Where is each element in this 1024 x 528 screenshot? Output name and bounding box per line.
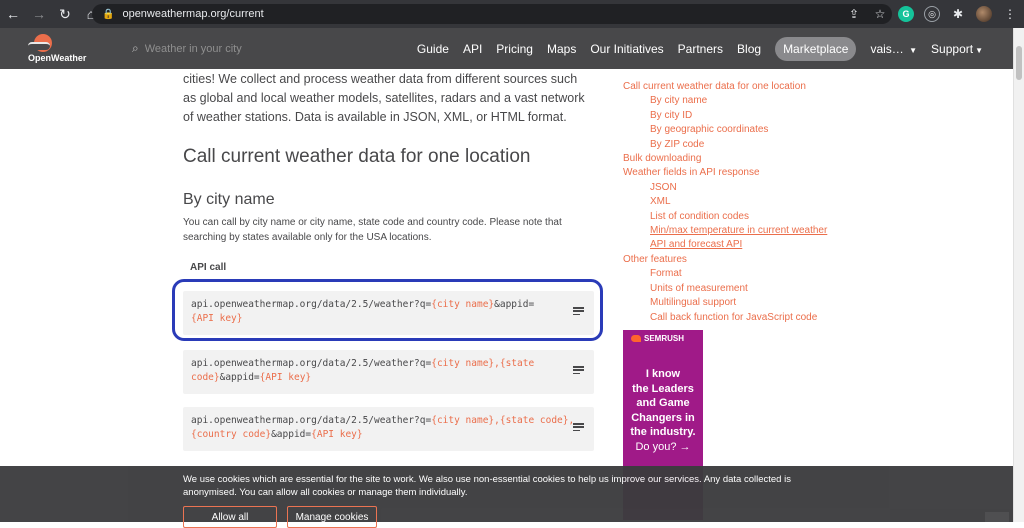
cookie-banner: We use cookies which are essential for t… — [0, 466, 1013, 528]
code-text: api.openweathermap.org/data/2.5/weather?… — [191, 358, 432, 369]
copy-lines-icon[interactable] — [573, 366, 584, 375]
sidebar-link[interactable]: Min/max temperature in current weather — [623, 224, 827, 238]
sidebar-link[interactable]: Multilingual support — [623, 296, 827, 310]
profile-avatar[interactable] — [976, 6, 992, 22]
nav-partners[interactable]: Partners — [678, 42, 723, 56]
user-name: vais… — [870, 41, 904, 56]
code-text: &appid= — [219, 372, 260, 383]
share-icon[interactable]: ⇪ — [846, 6, 862, 22]
back-icon[interactable]: ← — [0, 0, 26, 28]
forward-icon[interactable]: → — [26, 0, 52, 28]
sidebar-link[interactable]: Call back function for JavaScript code — [623, 311, 827, 325]
sidebar-link[interactable]: By city name — [623, 94, 827, 108]
sidebar-link[interactable]: XML — [623, 195, 827, 209]
grammarly-extension-icon[interactable]: G — [898, 6, 914, 22]
ad-brand: SEMRUSH — [631, 334, 684, 343]
code-param: {API key} — [311, 429, 363, 440]
nav-blog[interactable]: Blog — [737, 42, 761, 56]
nav-user-menu[interactable]: vais… ▼ — [870, 42, 917, 56]
section-heading: Call current weather data for one locati… — [183, 146, 531, 167]
code-text: api.openweathermap.org/data/2.5/weather?… — [191, 415, 432, 426]
lock-icon: 🔒 — [102, 8, 115, 20]
nav-support-menu[interactable]: Support ▼ — [931, 42, 983, 56]
code-block: api.openweathermap.org/data/2.5/weather?… — [183, 350, 594, 394]
extension-icon[interactable]: ◎ — [924, 6, 940, 22]
search-box: ⌕ — [132, 41, 295, 56]
logo-text: OpenWeather — [28, 53, 87, 63]
site-navbar: OpenWeather ⌕ Guide API Pricing Maps Our… — [0, 28, 1013, 69]
nav-maps[interactable]: Maps — [547, 42, 576, 56]
sidebar-link[interactable]: List of condition codes — [623, 210, 827, 224]
ad-text: I know the Leaders and Game Changers in … — [630, 368, 696, 453]
sidebar-link[interactable]: Bulk downloading — [623, 152, 827, 166]
nav-our-initiatives[interactable]: Our Initiatives — [590, 42, 663, 56]
sidebar-link[interactable]: API and forecast API — [623, 238, 827, 252]
address-bar[interactable]: 🔒 openweathermap.org/current — [92, 4, 892, 24]
caret-down-icon: ▼ — [909, 45, 918, 55]
highlight-annotation — [172, 279, 603, 341]
scrollbar-thumb[interactable] — [1016, 46, 1022, 80]
nav-api[interactable]: API — [463, 42, 482, 56]
search-input[interactable] — [144, 42, 295, 55]
page-scrollbar[interactable] — [1013, 28, 1024, 522]
subsection-heading: By city name — [183, 191, 275, 208]
sidebar-link[interactable]: By geographic coordinates — [623, 123, 827, 137]
browser-menu-icon[interactable]: ⋮ — [1002, 6, 1018, 22]
nav-marketplace-button[interactable]: Marketplace — [775, 36, 857, 61]
sidebar-link[interactable]: Call current weather data for one locati… — [623, 80, 827, 94]
sidebar-link[interactable]: By ZIP code — [623, 138, 827, 152]
sidebar-link[interactable]: Format — [623, 267, 827, 281]
extensions-puzzle-icon[interactable]: ✱ — [950, 6, 966, 22]
openweather-logo[interactable]: OpenWeather — [28, 33, 92, 65]
cookie-message: We use cookies which are essential for t… — [183, 474, 791, 498]
intro-paragraph: cities! We collect and process weather d… — [183, 72, 585, 124]
caret-down-icon: ▼ — [975, 45, 983, 55]
allow-all-button[interactable]: Allow all — [183, 506, 277, 528]
sidebar-link[interactable]: Units of measurement — [623, 282, 827, 296]
scroll-to-top-button[interactable] — [985, 512, 1009, 522]
code-param: {API key} — [259, 372, 312, 383]
browser-toolbar: ← → ↻ ⌂ 🔒 openweathermap.org/current ⇪ ☆… — [0, 0, 1024, 28]
reload-icon[interactable]: ↻ — [52, 0, 78, 28]
sidebar-link[interactable]: Other features — [623, 253, 827, 267]
sidebar-link[interactable]: JSON — [623, 181, 827, 195]
code-text: &appid= — [271, 429, 312, 440]
api-call-label: API call — [190, 262, 227, 273]
sidebar-nav: Call current weather data for one locati… — [623, 80, 827, 325]
bookmark-star-icon[interactable]: ☆ — [872, 6, 888, 22]
semrush-logo-icon — [631, 335, 641, 343]
copy-lines-icon[interactable] — [573, 423, 584, 432]
manage-cookies-button[interactable]: Manage cookies — [287, 506, 377, 528]
sidebar-link[interactable]: Weather fields in API response — [623, 166, 827, 180]
search-icon[interactable]: ⌕ — [132, 41, 139, 56]
support-label: Support — [931, 41, 974, 56]
nav-pricing[interactable]: Pricing — [496, 42, 533, 56]
ad-question: Do you? → — [635, 440, 691, 453]
section-description: You can call by city name or city name, … — [183, 217, 562, 243]
sidebar-link[interactable]: By city ID — [623, 109, 827, 123]
url-text: openweathermap.org/current — [122, 8, 264, 20]
code-block: api.openweathermap.org/data/2.5/weather?… — [183, 407, 594, 451]
main-menu: Guide API Pricing Maps Our Initiatives P… — [417, 28, 983, 69]
nav-guide[interactable]: Guide — [417, 42, 449, 56]
